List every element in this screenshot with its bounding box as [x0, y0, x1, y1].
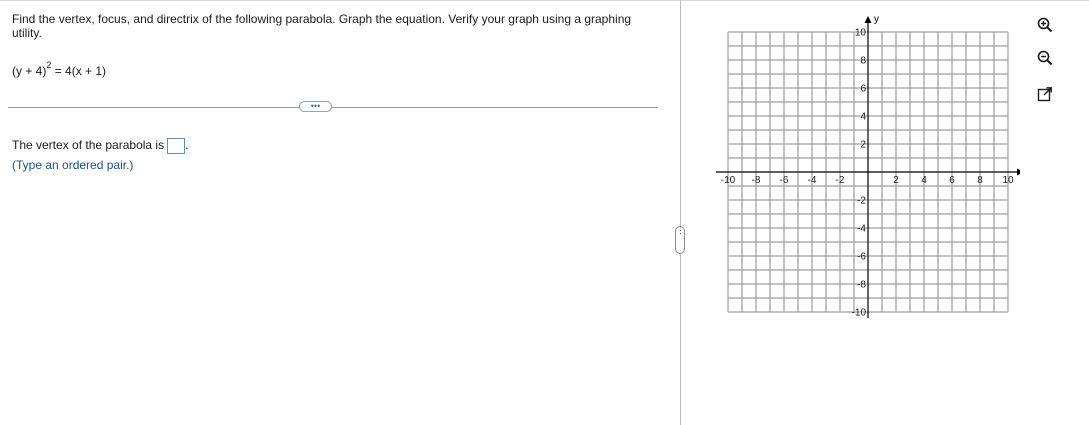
y-tick-label: -10 — [852, 308, 867, 319]
x-tick-label: 4 — [921, 175, 927, 186]
y-tick-label: -8 — [857, 280, 866, 291]
x-tick-label: 2 — [893, 175, 899, 186]
x-tick-label: 8 — [977, 175, 983, 186]
answer-hint: (Type an ordered pair.) — [12, 158, 134, 172]
zoom-in-button[interactable] — [1036, 16, 1054, 34]
y-axis-arrow — [864, 16, 872, 23]
y-tick-label: 6 — [860, 84, 866, 95]
coordinate-grid[interactable]: xy-10-8-6-4-2246810108642-2-4-6-8-10 — [700, 10, 1020, 330]
y-tick-label: 10 — [855, 28, 867, 39]
vertex-answer-input[interactable] — [167, 138, 186, 154]
y-tick-label: 8 — [860, 56, 866, 67]
x-tick-label: -4 — [808, 175, 817, 186]
y-tick-label: -6 — [857, 252, 866, 263]
x-tick-label: -2 — [836, 175, 845, 186]
vertex-answer-line: The vertex of the parabola is. — [12, 138, 188, 154]
answer-prefix: The vertex of the parabola is — [12, 138, 165, 153]
problem-prompt: Find the vertex, focus, and directrix of… — [12, 12, 632, 40]
equation-right: = 4(x + 1) — [51, 64, 107, 78]
x-tick-label: 6 — [949, 175, 955, 186]
equation-exponent: 2 — [46, 60, 52, 70]
zoom-out-button[interactable] — [1036, 49, 1054, 67]
show-more-button[interactable]: ••• — [299, 101, 332, 112]
x-tick-label: -10 — [721, 175, 736, 186]
x-axis-arrow — [1017, 168, 1020, 176]
y-tick-label: -2 — [857, 196, 866, 207]
x-tick-label: -8 — [752, 175, 761, 186]
parabola-equation: (y + 4)2 = 4(x + 1) — [12, 60, 107, 78]
zoom-out-icon — [1037, 50, 1053, 66]
pane-splitter[interactable] — [680, 0, 681, 425]
open-external-icon — [1037, 87, 1052, 102]
open-external-button[interactable] — [1036, 85, 1054, 103]
equation-left: (y + 4) — [12, 64, 47, 78]
answer-suffix: . — [185, 138, 189, 153]
x-tick-label: 10 — [1002, 175, 1014, 186]
x-tick-label: -6 — [780, 175, 789, 186]
question-pane: Find the vertex, focus, and directrix of… — [0, 0, 680, 425]
y-axis-label: y — [874, 14, 879, 25]
zoom-in-icon — [1037, 17, 1053, 33]
y-tick-label: 2 — [860, 140, 866, 151]
y-tick-label: -4 — [857, 224, 866, 235]
y-tick-label: 4 — [860, 112, 866, 123]
section-divider — [8, 107, 658, 108]
splitter-handle[interactable]: ⋮ — [675, 226, 685, 254]
